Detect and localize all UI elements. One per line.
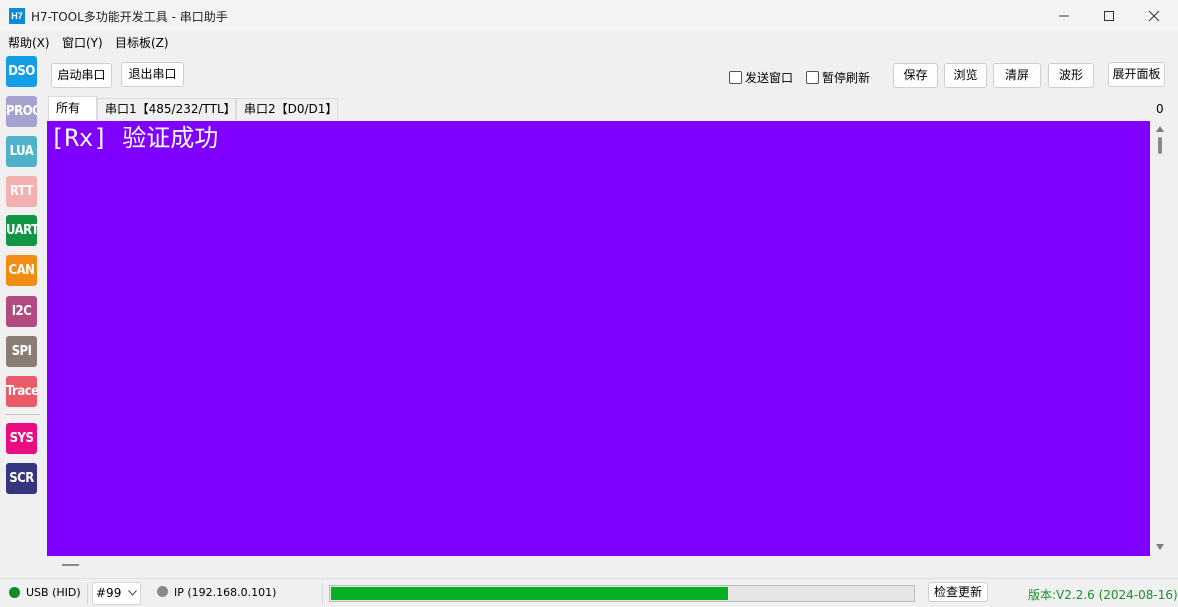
chevron-down-icon	[128, 590, 137, 596]
scroll-up-icon[interactable]	[1156, 126, 1164, 132]
vertical-scroll-thumb[interactable]	[1158, 137, 1162, 154]
sidebar-trace-button[interactable]: Trace	[6, 376, 37, 407]
progress-fill	[331, 587, 728, 600]
tab-serial-2[interactable]: 串口2【D0/D1】	[236, 98, 338, 120]
device-select[interactable]: #99	[92, 582, 141, 605]
sidebar-spi-button[interactable]: SPI	[6, 336, 37, 367]
sidebar-can-button[interactable]: CAN	[6, 255, 37, 286]
version-label: 版本:V2.2.6 (2024-08-16)	[1028, 588, 1178, 602]
start-port-button[interactable]: 启动串口	[51, 63, 112, 88]
usb-status-dot	[9, 587, 20, 598]
clear-screen-button[interactable]: 清屏	[993, 63, 1041, 88]
horizontal-scroll-thumb[interactable]	[62, 564, 79, 566]
console-text: [Rx] 验证成功	[50, 124, 219, 152]
menu-help[interactable]: 帮助(X)	[8, 34, 50, 51]
sidebar-scr-button[interactable]: SCR	[6, 463, 37, 494]
minimize-icon	[1059, 15, 1069, 17]
sidebar-lua-button[interactable]: LUA	[6, 136, 37, 167]
status-bar: USB (HID) #99 IP (192.168.0.101) 检查更新 版本…	[0, 578, 1178, 607]
scroll-down-icon[interactable]	[1156, 544, 1164, 550]
sidebar-prog-button[interactable]: PROG	[6, 96, 37, 127]
sidebar-rtt-button[interactable]: RTT	[6, 176, 37, 207]
app-logo-icon: H7	[9, 8, 25, 24]
waveform-button[interactable]: 波形	[1048, 63, 1094, 88]
save-button[interactable]: 保存	[893, 63, 938, 88]
usb-status-label: USB (HID)	[26, 586, 81, 599]
close-button[interactable]	[1131, 0, 1177, 31]
sidebar-sys-button[interactable]: SYS	[6, 423, 37, 454]
pause-refresh-checkbox[interactable]: 暂停刷新	[806, 69, 871, 85]
progress-bar	[329, 585, 915, 602]
expand-panel-button[interactable]: 展开面板	[1108, 62, 1165, 87]
maximize-icon	[1104, 11, 1114, 21]
close-icon	[1148, 10, 1160, 22]
sidebar-i2c-button[interactable]: I2C	[6, 296, 37, 327]
send-window-checkbox-box[interactable]	[729, 71, 742, 84]
minimize-button[interactable]	[1041, 0, 1087, 31]
menu-bar: 帮助(X) 窗口(Y) 目标板(Z)	[0, 31, 1178, 51]
menu-window[interactable]: 窗口(Y)	[62, 34, 103, 51]
tab-all[interactable]: 所有	[48, 96, 97, 120]
sidebar-divider	[5, 414, 40, 415]
ip-status-dot	[157, 586, 168, 597]
pause-refresh-label: 暂停刷新	[822, 71, 871, 85]
console-output[interactable]: [Rx] 验证成功	[47, 121, 1150, 556]
status-divider	[87, 583, 88, 604]
browse-button[interactable]: 浏览	[944, 63, 987, 88]
title-bar: H7 H7-TOOL多功能开发工具 - 串口助手	[0, 0, 1178, 31]
tab-counter: 0	[1156, 102, 1164, 116]
pause-refresh-checkbox-box[interactable]	[806, 71, 819, 84]
device-select-value: #99	[96, 586, 122, 600]
status-divider	[322, 583, 323, 604]
send-window-label: 发送窗口	[745, 71, 794, 85]
sidebar-uart-button[interactable]: UART	[6, 215, 37, 246]
window-title: H7-TOOL多功能开发工具 - 串口助手	[31, 10, 228, 24]
ip-status-label: IP (192.168.0.101)	[174, 586, 277, 599]
menu-target-board[interactable]: 目标板(Z)	[115, 34, 169, 51]
exit-port-button[interactable]: 退出串口	[121, 62, 184, 87]
vertical-scrollbar[interactable]	[1152, 121, 1168, 556]
tab-serial-1[interactable]: 串口1【485/232/TTL】	[97, 98, 236, 120]
sidebar: DSO PROG LUA RTT UART CAN I2C SPI Trace …	[0, 51, 44, 577]
sidebar-dso-button[interactable]: DSO	[6, 56, 37, 87]
send-window-checkbox[interactable]: 发送窗口	[729, 69, 794, 85]
horizontal-scrollbar[interactable]	[44, 557, 1150, 572]
check-update-button[interactable]: 检查更新	[928, 582, 988, 602]
maximize-button[interactable]	[1086, 0, 1132, 31]
